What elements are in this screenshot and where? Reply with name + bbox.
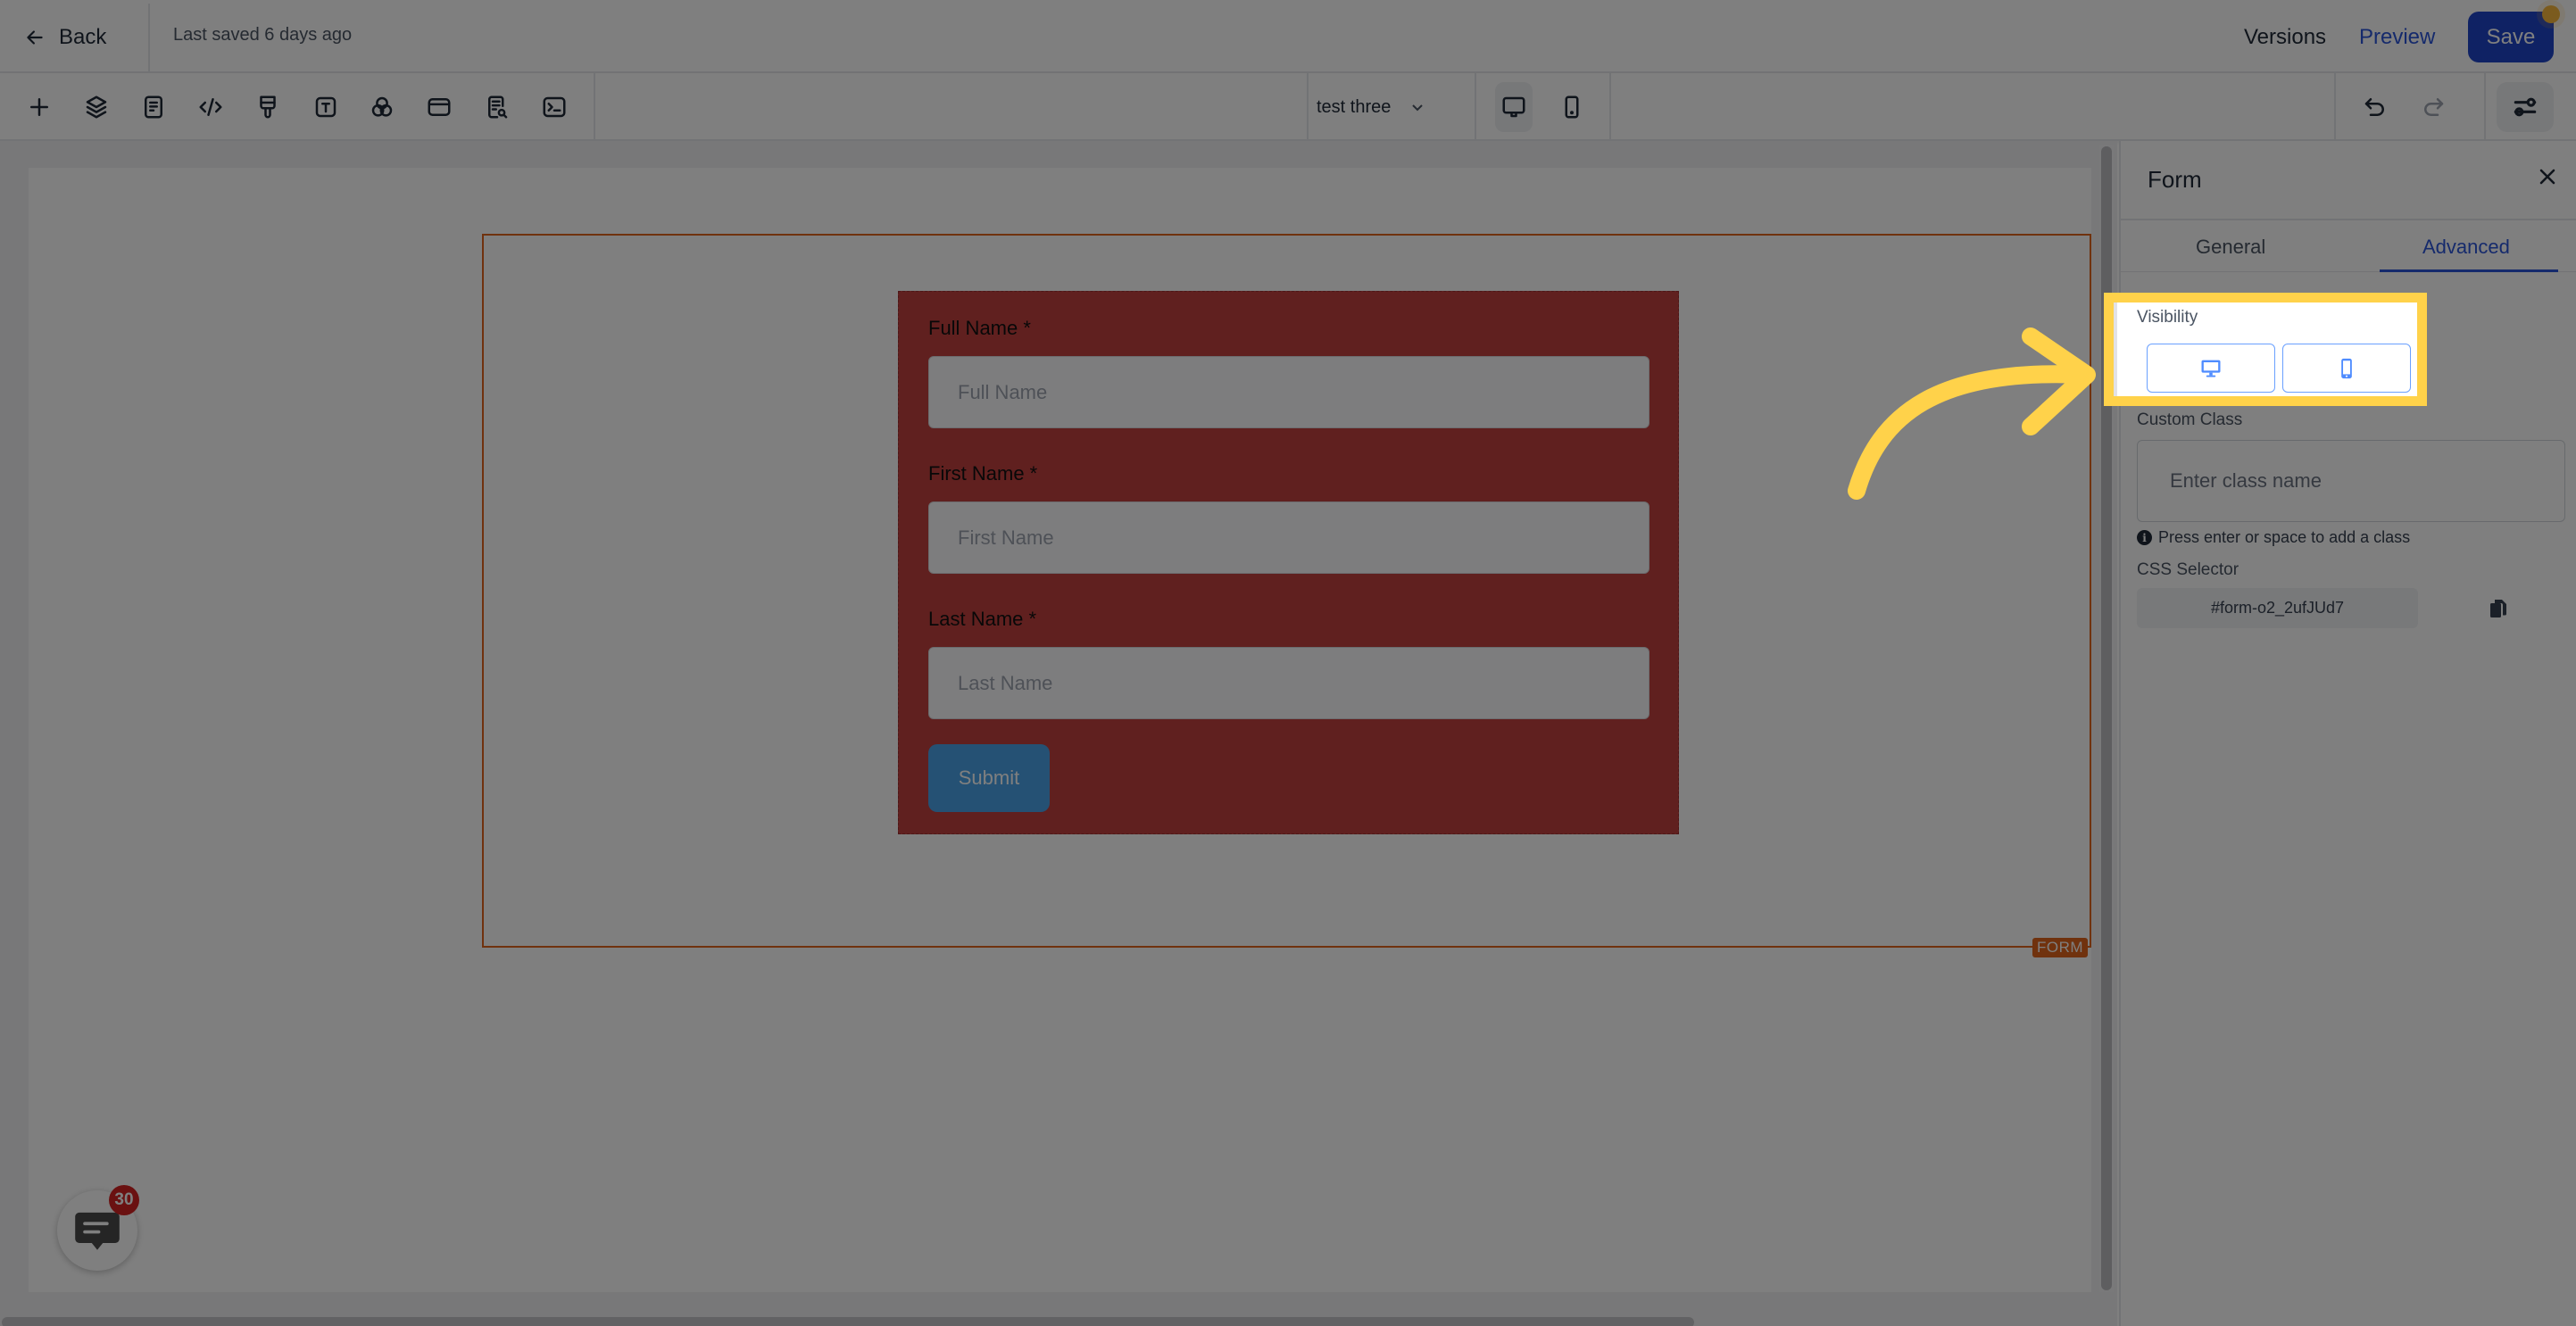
back-button[interactable]: Back: [23, 20, 106, 55]
toolbar-divider: [2334, 73, 2336, 141]
chat-notification-badge: 30: [109, 1185, 139, 1215]
typography-button[interactable]: [308, 89, 344, 125]
horizontal-scroll-thumb[interactable]: [2, 1317, 1694, 1326]
layers-button[interactable]: [79, 89, 114, 125]
layers-icon: [86, 95, 107, 119]
input-placeholder: Last Name: [958, 671, 1053, 694]
submit-button[interactable]: Submit: [928, 744, 1050, 812]
editor-toolbar: test three: [0, 73, 2576, 141]
toolbar-divider: [594, 73, 595, 141]
arrow-left-icon: [27, 30, 43, 45]
color-circles-icon: [371, 96, 393, 117]
plus-icon: [30, 98, 48, 116]
terminal-icon: [543, 96, 566, 118]
redo-button[interactable]: [2415, 89, 2451, 125]
colors-button[interactable]: [364, 89, 400, 125]
custom-class-label: Custom Class: [2137, 410, 2243, 429]
first-name-input[interactable]: First Name: [928, 501, 1649, 574]
seo-button[interactable]: [479, 89, 515, 125]
settings-panel-toggle[interactable]: [2497, 82, 2554, 132]
save-button[interactable]: Save: [2468, 12, 2554, 62]
top-header: Back Last saved 6 days ago Versions Prev…: [0, 0, 2576, 73]
paint-brush-icon: [260, 95, 276, 119]
input-placeholder: Full Name: [958, 380, 1048, 403]
versions-button[interactable]: Versions: [2244, 25, 2326, 50]
popup-button[interactable]: [421, 89, 457, 125]
styles-button[interactable]: [250, 89, 286, 125]
undo-icon: [2364, 98, 2384, 116]
css-selector-label: CSS Selector: [2137, 560, 2239, 579]
text-icon: [315, 96, 337, 118]
last-saved-status: Last saved 6 days ago: [173, 25, 353, 45]
unsaved-indicator-dot: [2542, 5, 2560, 23]
active-tab-indicator: [2380, 269, 2558, 272]
tab-general[interactable]: General: [2196, 236, 2265, 259]
visibility-label: Visibility: [2137, 308, 2198, 327]
undo-button[interactable]: [2357, 89, 2393, 125]
tab-advanced[interactable]: Advanced: [2422, 236, 2510, 259]
redo-icon: [2424, 98, 2444, 116]
back-label: Back: [59, 25, 107, 49]
document-search-icon: [488, 95, 508, 119]
panel-divider: [2121, 219, 2576, 220]
close-panel-button[interactable]: [2533, 162, 2562, 191]
form-element[interactable]: Full Name * Full Name First Name * First…: [898, 291, 1679, 834]
pages-icon: [145, 95, 162, 119]
desktop-icon: [1502, 96, 1525, 118]
info-icon: i: [2137, 530, 2152, 545]
visibility-desktop-toggle[interactable]: [2147, 344, 2275, 393]
header-divider: [148, 4, 150, 73]
page-selector-dropdown[interactable]: test three: [1317, 89, 1425, 125]
mobile-view-button[interactable]: [1553, 82, 1591, 132]
toolbar-divider: [1609, 73, 1611, 141]
toolbar-divider: [1307, 73, 1309, 141]
code-icon: [199, 98, 222, 116]
sliders-icon: [2514, 97, 2537, 117]
desktop-view-button[interactable]: [1495, 82, 1533, 132]
copy-icon[interactable]: [2489, 598, 2508, 619]
panel-title: Form: [2148, 166, 2202, 193]
css-selector-value: #form-o2_2ufJUd7: [2137, 588, 2418, 628]
panel-edge: [2114, 302, 2117, 396]
custom-class-placeholder: Enter class name: [2170, 469, 2322, 492]
field-label: First Name *: [928, 462, 1038, 485]
toolbar-divider: [2484, 73, 2486, 141]
selected-element-tag: FORM: [2032, 938, 2089, 957]
custom-code-button[interactable]: [193, 89, 229, 125]
visibility-highlight: Visibility: [2104, 293, 2427, 406]
pages-button[interactable]: [136, 89, 171, 125]
window-icon: [428, 98, 451, 116]
toolbar-divider: [1475, 73, 1476, 141]
visibility-mobile-toggle[interactable]: [2282, 344, 2411, 393]
close-icon: [2539, 169, 2555, 185]
preview-button[interactable]: Preview: [2359, 25, 2435, 50]
hint-text: Press enter or space to add a class: [2158, 528, 2411, 546]
tracking-code-button[interactable]: [536, 89, 572, 125]
custom-class-hint: i Press enter or space to add a class: [2137, 528, 2410, 547]
input-placeholder: First Name: [958, 526, 1054, 549]
last-name-input[interactable]: Last Name: [928, 647, 1649, 719]
page-selector-value: test three: [1317, 96, 1392, 117]
mobile-icon: [1565, 95, 1579, 119]
full-name-input[interactable]: Full Name: [928, 356, 1649, 428]
custom-class-input[interactable]: Enter class name: [2137, 440, 2565, 522]
chevron-down-icon: [1412, 104, 1424, 112]
add-element-button[interactable]: [21, 89, 57, 125]
field-label: Full Name *: [928, 317, 1031, 339]
field-label: Last Name *: [928, 608, 1037, 630]
mobile-icon: [2341, 358, 2352, 378]
desktop-icon: [2201, 360, 2221, 377]
